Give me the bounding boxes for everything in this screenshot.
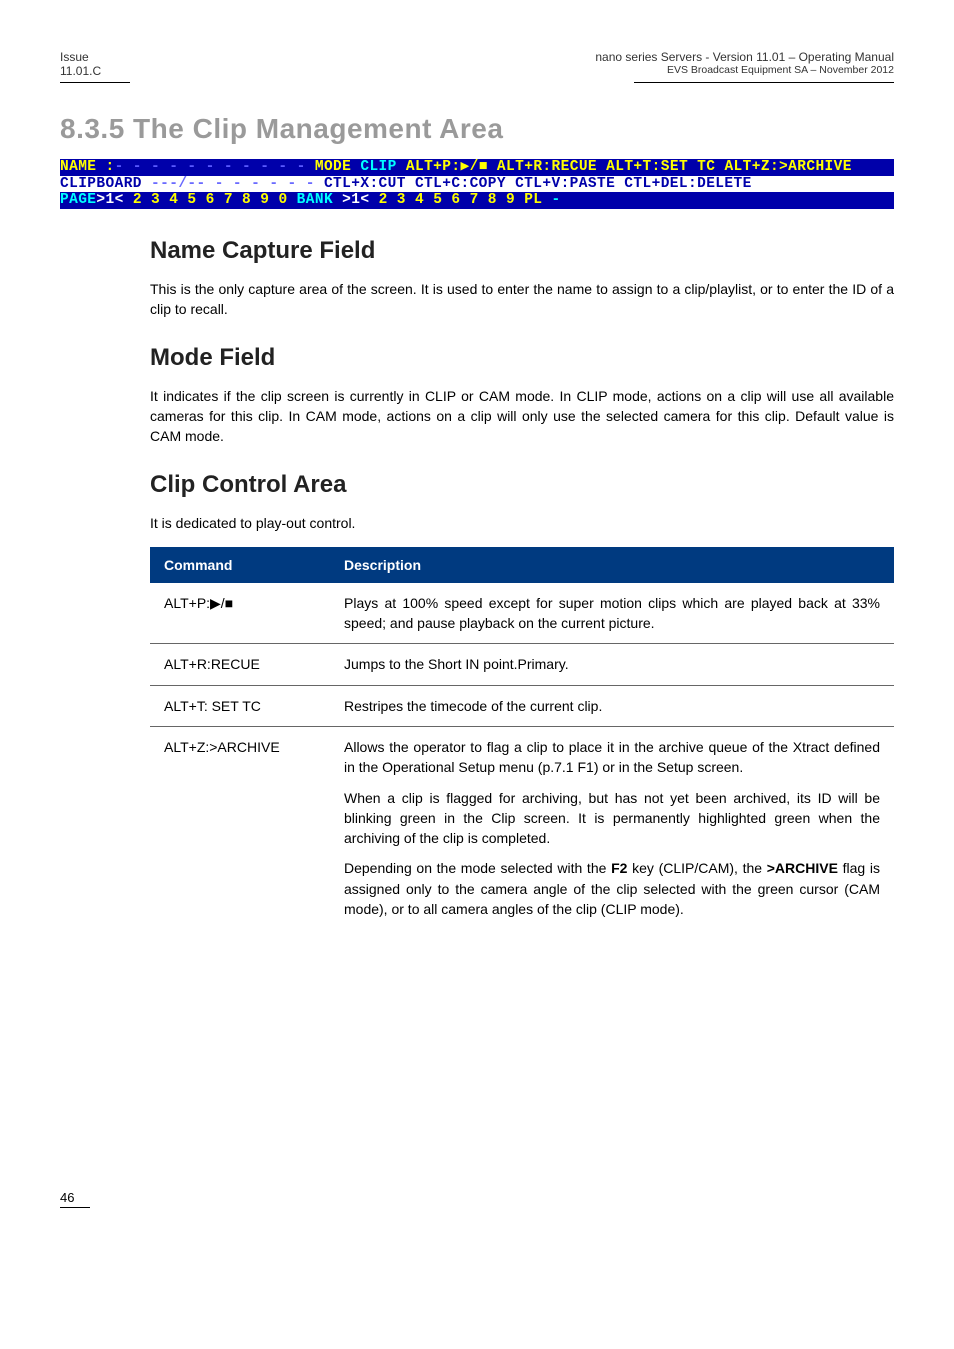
term-page-nums: 2 3 4 5 6 7 8 9 0 [124, 192, 297, 208]
page-number: 46 [60, 1190, 90, 1208]
subheading-mode-field: Mode Field [150, 344, 894, 372]
term-bank-label: BANK [297, 192, 343, 208]
para-mode-field: It indicates if the clip screen is curre… [150, 386, 894, 447]
table-desc: Plays at 100% speed except for super mot… [330, 583, 894, 644]
subheading-clip-control: Clip Control Area [150, 471, 894, 499]
term-page-label: PAGE [60, 192, 96, 208]
term-bank-nums: 2 3 4 5 6 7 8 9 PL [369, 192, 551, 208]
term-mode-value: CLIP [360, 159, 396, 175]
para-name-capture: This is the only capture area of the scr… [150, 279, 894, 320]
header-rule-right [634, 82, 894, 83]
th-command: Command [150, 547, 330, 583]
commands-table: Command Description ALT+P:▶/■Plays at 10… [150, 547, 894, 930]
subheading-name-capture: Name Capture Field [150, 237, 894, 265]
terminal-screenshot: NAME :- - - - - - - - - - - MODE CLIP AL… [60, 159, 894, 209]
term-name-label: NAME : [60, 159, 115, 175]
table-cmd: ALT+Z:>ARCHIVE [150, 726, 330, 929]
header-subtitle: EVS Broadcast Equipment SA – November 20… [595, 64, 894, 76]
header-issue-label: Issue [60, 50, 101, 64]
header-issue-value: 11.01.C [60, 64, 101, 78]
header-rule-left [60, 82, 130, 83]
section-heading: 8.3.5 The Clip Management Area [60, 113, 894, 145]
table-cmd: ALT+R:RECUE [150, 644, 330, 685]
header-title: nano series Servers - Version 11.01 – Op… [595, 50, 894, 64]
term-mode-label: MODE [306, 159, 361, 175]
table-cmd: ALT+T: SET TC [150, 685, 330, 726]
term-row1-cmds: ALT+P:▶/■ ALT+R:RECUE ALT+T:SET TC ALT+Z… [397, 159, 852, 175]
table-cmd: ALT+P:▶/■ [150, 583, 330, 644]
th-description: Description [330, 547, 894, 583]
term-clipboard-dashes: ---/-- - - - - - - [151, 176, 315, 192]
term-page-selected: >1< [96, 192, 123, 208]
para-clip-control-intro: It is dedicated to play-out control. [150, 513, 894, 533]
term-row2-cmds: CTL+X:CUT CTL+C:COPY CTL+V:PASTE CTL+DEL… [315, 176, 752, 192]
term-clipboard-label: CLIPBOARD [60, 176, 151, 192]
table-desc: Allows the operator to flag a clip to pl… [330, 726, 894, 929]
term-bank-selected: >1< [342, 192, 369, 208]
term-bank-end: - [552, 192, 561, 208]
table-desc: Jumps to the Short IN point.Primary. [330, 644, 894, 685]
table-desc: Restripes the timecode of the current cl… [330, 685, 894, 726]
term-name-dots: - - - - - - - - - - - [115, 159, 306, 175]
